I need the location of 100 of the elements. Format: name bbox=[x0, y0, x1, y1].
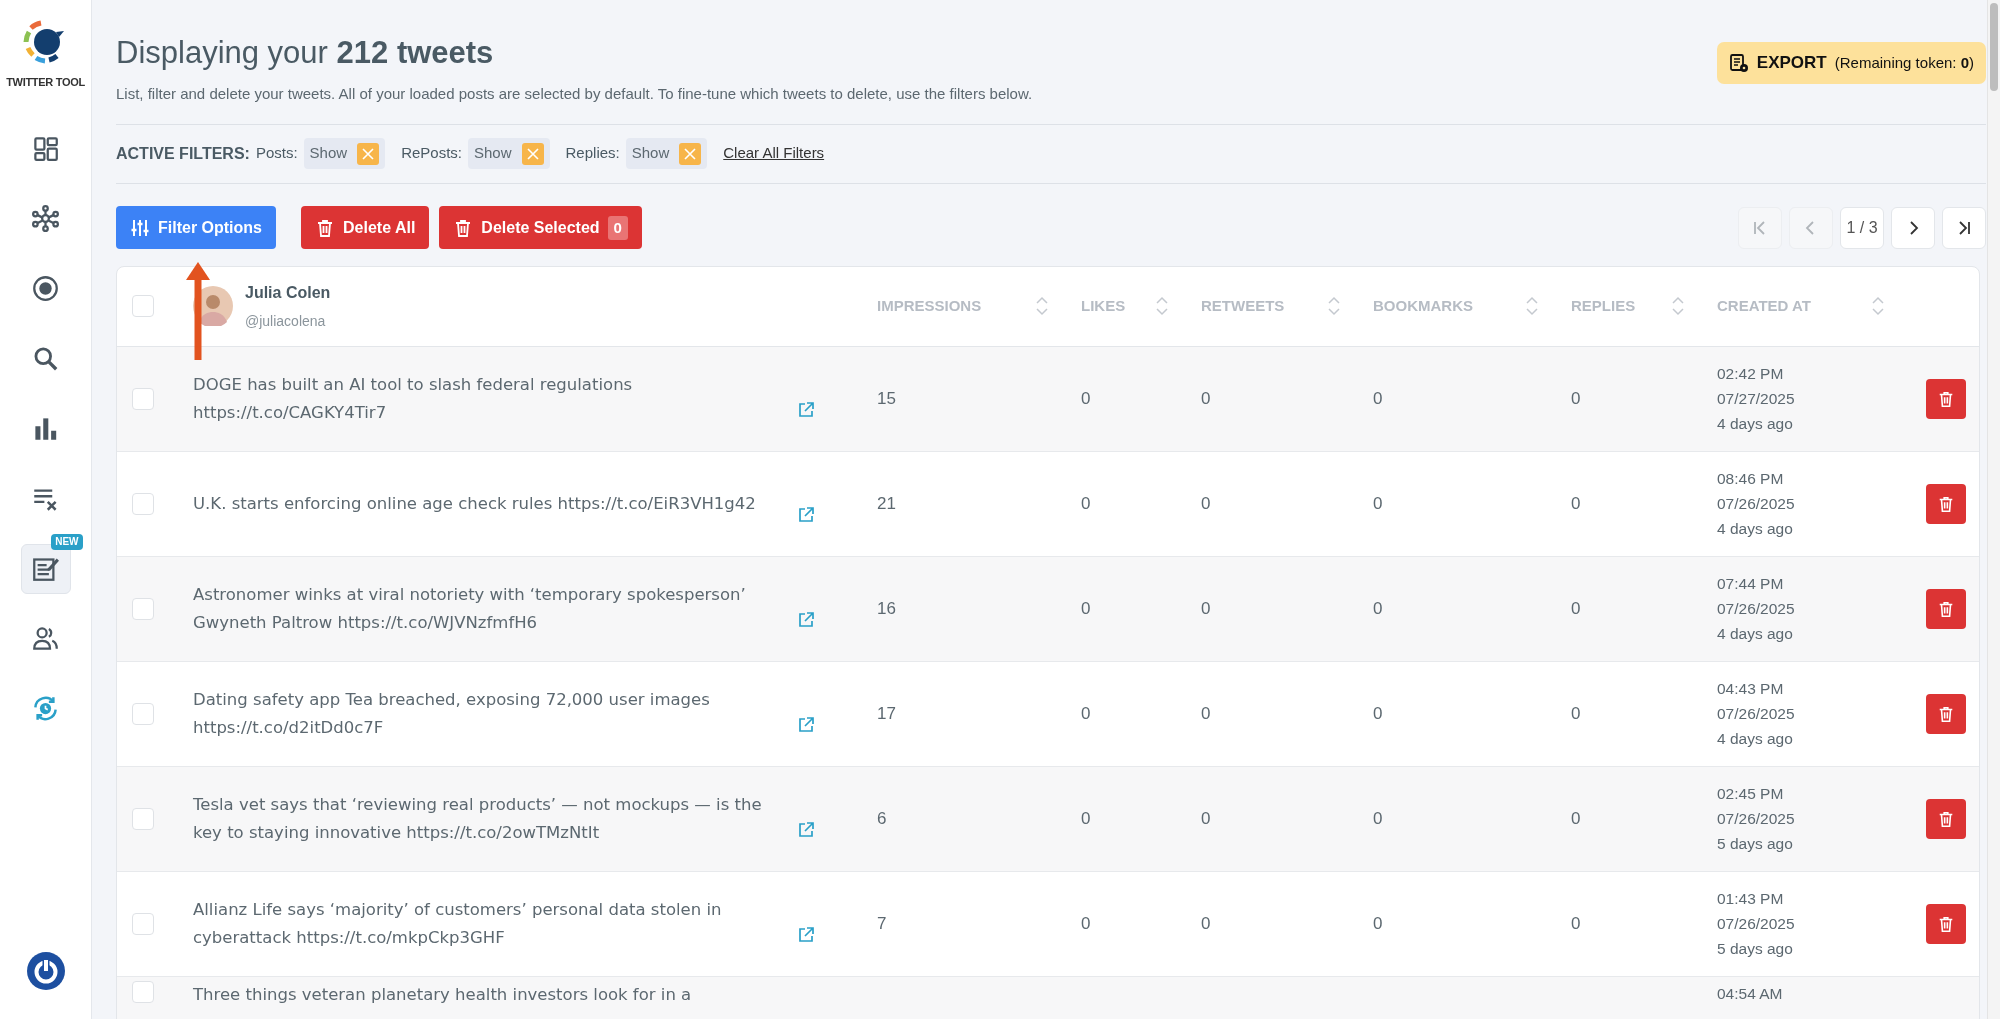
table-cell: 15 bbox=[877, 388, 896, 408]
created-ago: 4 days ago bbox=[1717, 729, 1794, 750]
trash-icon bbox=[1937, 389, 1955, 408]
filter-value: Show bbox=[309, 143, 348, 164]
account-handle: @juliacolena bbox=[245, 311, 327, 331]
created-ago: 4 days ago bbox=[1717, 519, 1794, 540]
avatar bbox=[193, 286, 233, 327]
export-icon bbox=[1728, 52, 1749, 73]
external-link-icon bbox=[797, 611, 815, 630]
column-header[interactable]: IMPRESSIONS bbox=[877, 294, 982, 318]
table-cell: 0 bbox=[1081, 913, 1091, 933]
power-button[interactable] bbox=[25, 951, 66, 991]
column-header[interactable]: REPLIES bbox=[1571, 294, 1636, 318]
row-checkbox[interactable] bbox=[132, 492, 154, 515]
created-date: 07/26/2025 bbox=[1717, 704, 1796, 725]
table-cell: 17 bbox=[877, 703, 896, 723]
column-header[interactable]: LIKES bbox=[1081, 294, 1126, 318]
target-icon bbox=[32, 275, 59, 302]
table-cell: 0 bbox=[1571, 493, 1581, 513]
table-cell: 0 bbox=[1201, 808, 1211, 828]
external-link-icon bbox=[797, 506, 815, 525]
column-header[interactable]: BOOKMARKS bbox=[1373, 294, 1473, 318]
users-icon bbox=[32, 625, 59, 652]
table-cell: 0 bbox=[1081, 808, 1091, 828]
export-button[interactable]: EXPORT (Remaining token: 0) bbox=[1716, 42, 1986, 84]
filter-value: Show bbox=[474, 143, 512, 164]
delete-button[interactable] bbox=[1926, 588, 1966, 629]
created-ago: 4 days ago bbox=[1717, 624, 1794, 645]
tweet-text: Astronomer winks at viral notoriety with ‘temporary spokesperson’ Gwyneth Paltrow https://t.co/WJVNzfmfH6 bbox=[192, 583, 747, 634]
row-checkbox[interactable] bbox=[132, 912, 154, 935]
delete-button[interactable] bbox=[1926, 903, 1966, 944]
row-checkbox[interactable] bbox=[132, 807, 154, 830]
network-icon bbox=[32, 205, 59, 232]
created-date: 07/26/2025 bbox=[1717, 914, 1796, 935]
delete-button[interactable] bbox=[1926, 483, 1966, 524]
created-time: 08:46 PM bbox=[1717, 469, 1785, 490]
table-cell: 0 bbox=[1373, 493, 1383, 513]
table-cell: 0 bbox=[1571, 388, 1581, 408]
row-checkbox[interactable] bbox=[132, 597, 154, 620]
table-cell: 16 bbox=[877, 598, 896, 618]
table-cell: 0 bbox=[1571, 598, 1581, 618]
tweet-text: Tesla vet says that ‘reviewing real products’ — not mockups — is the key to staying innovative https://t.co/2owTMzNtIt bbox=[192, 793, 763, 844]
column-header[interactable]: RETWEETS bbox=[1201, 294, 1285, 318]
column-header[interactable]: CREATED AT bbox=[1717, 294, 1811, 318]
table-cell: 0 bbox=[1081, 703, 1091, 723]
sort-icon bbox=[1671, 296, 1685, 317]
tweet-text: U.K. starts enforcing online age check rules https://t.co/EiR3VH1g42 bbox=[192, 492, 757, 515]
row-checkbox[interactable] bbox=[132, 387, 154, 410]
table-cell: 0 bbox=[1571, 913, 1581, 933]
created-date: 07/26/2025 bbox=[1717, 494, 1796, 515]
created-date: 07/26/2025 bbox=[1717, 809, 1796, 830]
table-cell: 0 bbox=[1201, 598, 1211, 618]
table-cell: 0 bbox=[1201, 703, 1211, 723]
external-link-icon bbox=[797, 716, 815, 735]
filter-options-button[interactable]: Filter Options bbox=[116, 206, 276, 250]
delete-selected-button[interactable]: Delete Selected 0 bbox=[439, 206, 642, 250]
created-time: 04:43 PM bbox=[1717, 679, 1785, 700]
new-badge: NEW bbox=[51, 533, 83, 550]
created-time: 02:42 PM bbox=[1717, 364, 1785, 385]
trash-icon bbox=[315, 217, 335, 238]
tweet-text: Dating safety app Tea breached, exposing 72,000 user images https://t.co/d2itDd0c7F bbox=[192, 688, 711, 739]
created-time: 02:45 PM bbox=[1717, 784, 1785, 805]
sort-icon bbox=[1035, 296, 1049, 317]
logo-text: TWITTER TOOL bbox=[6, 75, 85, 90]
sliders-icon bbox=[130, 217, 150, 238]
created-date: 07/26/2025 bbox=[1717, 599, 1796, 620]
delete-button[interactable] bbox=[1926, 798, 1966, 839]
delete-button[interactable] bbox=[1926, 378, 1966, 419]
tweet-text: Three things veteran planetary health investors look for in a bbox=[192, 983, 693, 1006]
external-link-icon bbox=[797, 821, 815, 840]
filters-label: ACTIVE FILTERS: bbox=[116, 143, 250, 164]
delete-all-button[interactable]: Delete All bbox=[301, 206, 430, 250]
trash-icon bbox=[1937, 599, 1955, 618]
trash-icon bbox=[1937, 914, 1955, 933]
delete-button[interactable] bbox=[1926, 693, 1966, 734]
created-ago: 5 days ago bbox=[1717, 939, 1794, 960]
sort-icon bbox=[1871, 296, 1885, 317]
sort-icon bbox=[1155, 296, 1169, 317]
power-icon bbox=[25, 951, 66, 991]
close-icon bbox=[362, 147, 375, 160]
sidebar-item[interactable] bbox=[20, 543, 71, 594]
trash-icon bbox=[1937, 494, 1955, 513]
last-page-button[interactable] bbox=[1942, 206, 1986, 249]
row-checkbox[interactable] bbox=[132, 980, 154, 1003]
bar-chart-icon bbox=[32, 415, 59, 442]
created-time: 04:54 AM bbox=[1717, 983, 1784, 1004]
external-link-icon bbox=[797, 926, 815, 945]
selected-count: 0 bbox=[607, 215, 628, 240]
created-time: 01:43 PM bbox=[1717, 889, 1785, 910]
table-cell: 6 bbox=[877, 808, 887, 828]
scrollbar[interactable] bbox=[1987, 0, 2000, 1019]
filter-label: Posts: bbox=[255, 143, 298, 164]
row-checkbox[interactable] bbox=[132, 702, 154, 725]
clear-filters-link[interactable]: Clear All Filters bbox=[723, 142, 825, 165]
tweet-text: Allianz Life says ‘majority’ of customers’ personal data stolen in cyberattack https://t.co/mkpCkp3GHF bbox=[192, 898, 723, 949]
page-title: Displaying your 212 tweets bbox=[116, 34, 495, 72]
close-icon bbox=[526, 147, 539, 160]
select-all-checkbox[interactable] bbox=[132, 295, 154, 318]
filter-label: Replies: bbox=[565, 143, 620, 164]
table-cell: 0 bbox=[1571, 703, 1581, 723]
